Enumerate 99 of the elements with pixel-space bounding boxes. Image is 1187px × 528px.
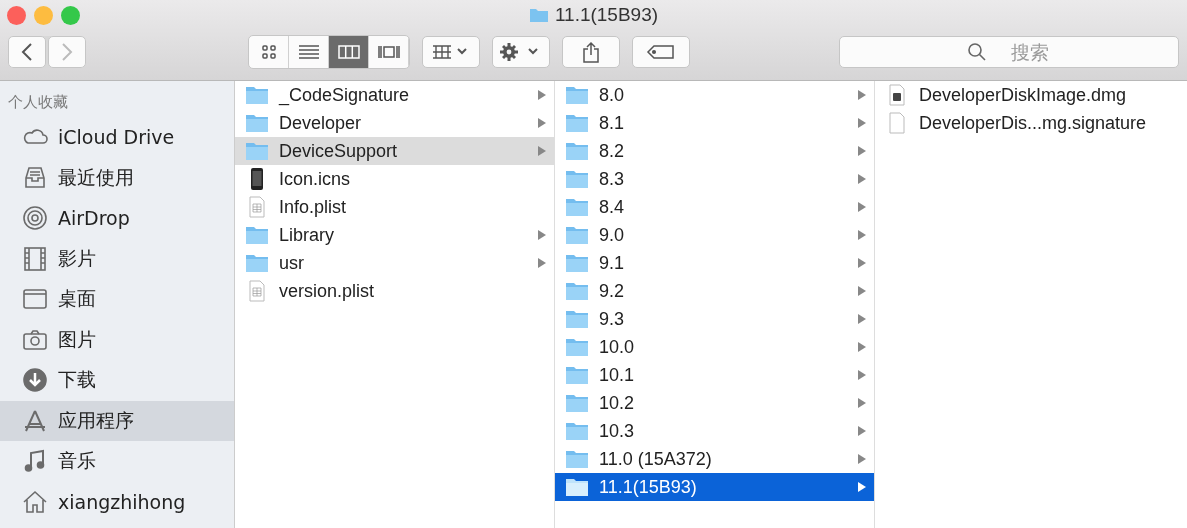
sidebar-item[interactable]: 音乐 xyxy=(0,441,234,482)
forward-icon xyxy=(61,42,73,62)
sidebar-heading: 个人收藏 xyxy=(7,92,69,113)
folder-icon xyxy=(565,280,589,302)
file-row[interactable]: _CodeSignature xyxy=(235,81,554,109)
disclosure-arrow-icon xyxy=(858,258,866,268)
folder-icon xyxy=(565,224,589,246)
folder-icon xyxy=(565,84,589,106)
folder-icon xyxy=(245,112,269,134)
file-row[interactable]: 8.1 xyxy=(555,109,874,137)
folder-icon xyxy=(245,84,269,106)
folder-icon xyxy=(245,140,269,162)
disclosure-arrow-icon xyxy=(858,370,866,380)
folder-icon xyxy=(565,196,589,218)
sidebar-item[interactable]: 影片 xyxy=(0,238,234,279)
tag-icon xyxy=(646,44,676,60)
recents-icon xyxy=(22,164,48,191)
folder-icon xyxy=(245,224,269,246)
tag-button[interactable] xyxy=(632,36,690,68)
file-row[interactable]: DeviceSupport xyxy=(235,137,554,165)
back-icon xyxy=(21,42,33,62)
folder-icon xyxy=(565,364,589,386)
folder-icon xyxy=(565,168,589,190)
share-icon xyxy=(581,41,601,63)
file-row[interactable]: 10.0 xyxy=(555,333,874,361)
movies-icon xyxy=(22,245,48,272)
file-row[interactable]: Developer xyxy=(235,109,554,137)
downloads-icon xyxy=(22,367,48,394)
arrange-button[interactable] xyxy=(422,36,480,68)
disclosure-arrow-icon xyxy=(858,230,866,240)
disclosure-arrow-icon xyxy=(858,286,866,296)
folder-icon xyxy=(565,308,589,330)
folder-icon xyxy=(565,140,589,162)
sidebar-item[interactable]: 桌面 xyxy=(0,279,234,320)
disclosure-arrow-icon xyxy=(858,482,866,492)
list-view-icon xyxy=(296,43,321,61)
home-icon xyxy=(22,488,48,515)
gallery-view-icon xyxy=(376,43,401,61)
disclosure-arrow-icon xyxy=(858,202,866,212)
columns-view-icon xyxy=(336,43,361,61)
disclosure-arrow-icon xyxy=(538,90,546,100)
sidebar-item[interactable]: iCloud Drive xyxy=(0,117,234,158)
folder-icon xyxy=(565,392,589,414)
folder-icon xyxy=(565,112,589,134)
disclosure-arrow-icon xyxy=(858,146,866,156)
folder-icon xyxy=(565,252,589,274)
file-row[interactable]: 11.1(15B93) xyxy=(555,473,874,501)
file-row[interactable]: 8.0 xyxy=(555,81,874,109)
file-row[interactable]: 8.3 xyxy=(555,165,874,193)
sidebar-item[interactable]: 图片 xyxy=(0,319,234,360)
folder-icon xyxy=(245,252,269,274)
sidebar-item[interactable]: xiangzhihong xyxy=(0,481,234,522)
file-row[interactable]: DeveloperDiskImage.dmg xyxy=(875,81,1187,109)
action-gear-button[interactable] xyxy=(492,36,550,68)
airdrop-icon xyxy=(22,205,48,232)
share-button[interactable] xyxy=(562,36,620,68)
file-row[interactable]: Info.plist xyxy=(235,193,554,221)
sidebar-item[interactable]: 应用程序 xyxy=(0,400,234,441)
disclosure-arrow-icon xyxy=(538,230,546,240)
file-row[interactable]: 8.2 xyxy=(555,137,874,165)
file-row[interactable]: 9.2 xyxy=(555,277,874,305)
disclosure-arrow-icon xyxy=(858,90,866,100)
disclosure-arrow-icon xyxy=(858,314,866,324)
close-button[interactable] xyxy=(7,5,26,25)
sidebar-item[interactable]: 最近使用 xyxy=(0,157,234,198)
search-field[interactable]: 搜索 xyxy=(839,36,1179,68)
file-row[interactable]: version.plist xyxy=(235,277,554,305)
back-button[interactable] xyxy=(8,36,46,68)
sidebar-item[interactable]: AirDrop xyxy=(0,198,234,239)
file-row[interactable]: 10.2 xyxy=(555,389,874,417)
disclosure-arrow-icon xyxy=(858,454,866,464)
search-icon xyxy=(967,42,987,62)
disclosure-arrow-icon xyxy=(858,118,866,128)
folder-icon xyxy=(565,476,589,498)
folder-icon xyxy=(565,448,589,470)
folder-icon xyxy=(565,420,589,442)
disclosure-arrow-icon xyxy=(538,118,546,128)
file-row[interactable]: 10.1 xyxy=(555,361,874,389)
file-row[interactable]: 9.3 xyxy=(555,305,874,333)
view-mode-button[interactable] xyxy=(329,36,369,68)
file-row[interactable]: Library xyxy=(235,221,554,249)
file-row[interactable]: 11.0 (15A372) xyxy=(555,445,874,473)
file-row[interactable]: 10.3 xyxy=(555,417,874,445)
disclosure-arrow-icon xyxy=(538,146,546,156)
file-row[interactable]: 8.4 xyxy=(555,193,874,221)
disclosure-arrow-icon xyxy=(538,258,546,268)
file-row[interactable]: usr xyxy=(235,249,554,277)
file-row[interactable]: 9.0 xyxy=(555,221,874,249)
file-row[interactable]: DeveloperDis...mg.signature xyxy=(875,109,1187,137)
folder-icon xyxy=(565,336,589,358)
sidebar-item[interactable]: 下载 xyxy=(0,360,234,401)
disclosure-arrow-icon xyxy=(858,174,866,184)
disclosure-arrow-icon xyxy=(858,426,866,436)
disclosure-arrow-icon xyxy=(858,342,866,352)
file-row[interactable]: 9.1 xyxy=(555,249,874,277)
disclosure-arrow-icon xyxy=(858,398,866,408)
file-row[interactable]: Icon.icns xyxy=(235,165,554,193)
window-title: 11.1(15B93) xyxy=(554,4,659,26)
folder-icon xyxy=(528,7,549,23)
